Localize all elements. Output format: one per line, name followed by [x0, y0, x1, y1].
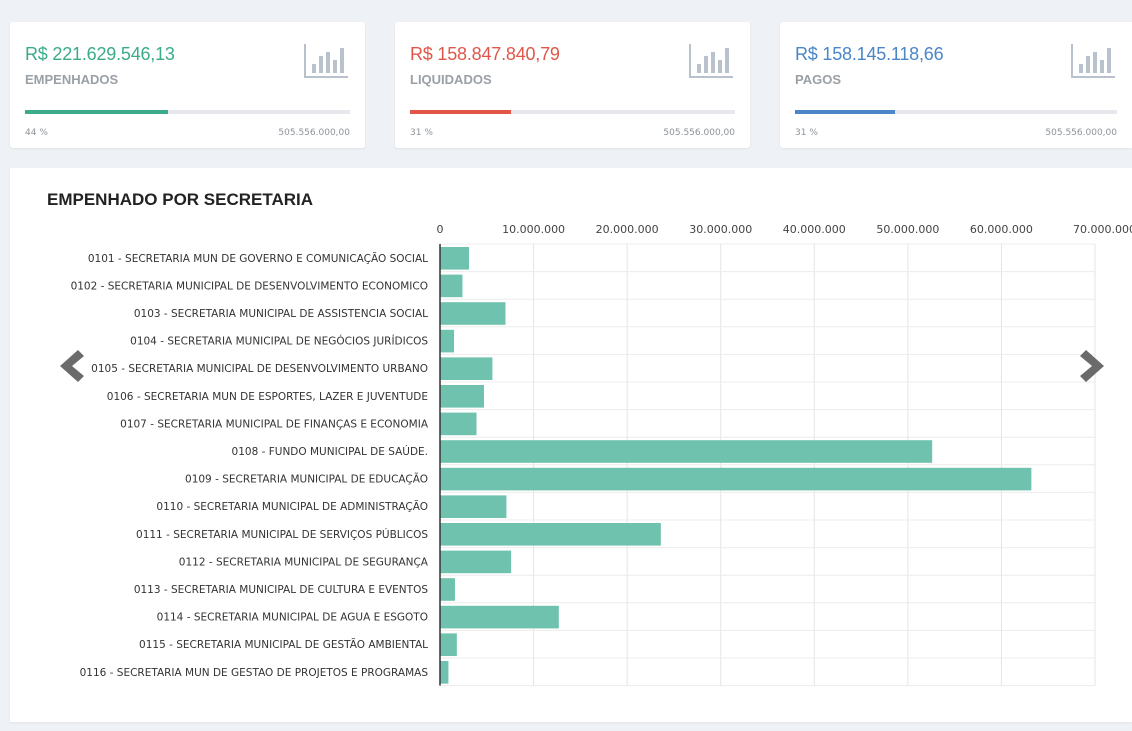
bar[interactable]: [440, 357, 493, 380]
bar-chart-icon: [1071, 44, 1115, 78]
progress-percent: 44 %: [25, 128, 48, 138]
bar[interactable]: [440, 385, 484, 408]
bar[interactable]: [440, 661, 449, 684]
category-label: 0114 - SECRETARIA MUNICIPAL DE AGUA E ES…: [157, 612, 428, 624]
chart-title: EMPENHADO POR SECRETARIA: [47, 190, 314, 209]
card-label: LIQUIDADOS: [410, 72, 492, 87]
category-label: 0104 - SECRETARIA MUNICIPAL DE NEGÓCIOS …: [130, 335, 428, 348]
progress-total: 505.556.000,00: [278, 128, 350, 138]
x-tick-label: 40.000.000: [783, 223, 846, 236]
category-label: 0111 - SECRETARIA MUNICIPAL DE SERVIÇOS …: [136, 528, 428, 541]
chart-panel: 0 10.000.000 20.000.000 30.000.000 40.000.00…: [10, 168, 1132, 722]
category-label: 0108 - FUNDO MUNICIPAL DE SAÚDE.: [232, 445, 428, 458]
progress-track: [795, 110, 1117, 114]
bar[interactable]: [440, 578, 455, 601]
bar[interactable]: [440, 467, 1032, 491]
category-label: 0110 - SECRETARIA MUNICIPAL DE ADMINISTR…: [156, 500, 428, 513]
x-tick-label: 10.000.000: [502, 223, 565, 236]
bar[interactable]: [440, 633, 457, 656]
x-tick-label: 30.000.000: [689, 223, 752, 236]
bar[interactable]: [440, 247, 470, 270]
card-label: EMPENHADOS: [25, 72, 119, 87]
bar[interactable]: [440, 302, 506, 325]
x-tick-label: 50.000.000: [876, 223, 939, 236]
progress-track: [410, 110, 735, 114]
category-label: 0102 - SECRETARIA MUNICIPAL DE DESENVOLV…: [71, 280, 428, 292]
progress-total: 505.556.000,00: [663, 128, 735, 138]
category-label: 0109 - SECRETARIA MUNICIPAL DE EDUCAÇÃO: [185, 473, 428, 486]
progress-track: [25, 110, 350, 114]
progress-total: 505.556.000,00: [1045, 128, 1117, 138]
x-tick-label: 0: [437, 223, 444, 236]
progress-fill: [410, 110, 511, 114]
category-label: 0107 - SECRETARIA MUNICIPAL DE FINANÇAS …: [120, 418, 429, 430]
progress-percent: 31 %: [795, 128, 818, 138]
x-tick-label: 60.000.000: [970, 223, 1033, 236]
bar[interactable]: [440, 274, 463, 298]
bar-chart: 0 10.000.000 20.000.000 30.000.000 40.000.00…: [71, 223, 1132, 687]
bar[interactable]: [440, 412, 477, 436]
category-label: 0116 - SECRETARIA MUN DE GESTAO DE PROJE…: [80, 667, 429, 679]
card-amount: R$ 158.145.118,66: [795, 44, 944, 64]
bar-chart-icon: [689, 44, 733, 78]
category-label: 0103 - SECRETARIA MUNICIPAL DE ASSISTENC…: [134, 308, 428, 320]
card-label: PAGOS: [795, 72, 841, 87]
x-tick-label: 70.000.000: [1073, 223, 1132, 236]
category-label: 0106 - SECRETARIA MUN DE ESPORTES, LAZER…: [107, 391, 428, 403]
bar[interactable]: [440, 605, 559, 629]
bar[interactable]: [440, 523, 661, 546]
card-empenhados: R$ 221.629.546,13 EMPENHADOS 44 % 505.55…: [10, 22, 365, 148]
category-label: 0101 - SECRETARIA MUN DE GOVERNO E COMUN…: [88, 252, 428, 265]
x-tick-label: 20.000.000: [596, 223, 659, 236]
card-amount: R$ 158.847.840,79: [410, 44, 560, 64]
bar[interactable]: [440, 550, 512, 574]
chevron-left-icon[interactable]: [56, 346, 86, 386]
progress-fill: [795, 110, 895, 114]
category-label: 0113 - SECRETARIA MUNICIPAL DE CULTURA E…: [134, 584, 429, 596]
bar[interactable]: [440, 329, 455, 353]
chevron-right-icon[interactable]: [1078, 346, 1108, 386]
progress-percent: 31 %: [410, 128, 433, 138]
category-label: 0115 - SECRETARIA MUNICIPAL DE GESTÃO AM…: [139, 638, 428, 651]
bar[interactable]: [440, 495, 507, 518]
card-pagos: R$ 158.145.118,66 PAGOS 31 % 505.556.000…: [780, 22, 1132, 148]
card-liquidados: R$ 158.847.840,79 LIQUIDADOS 31 % 505.55…: [395, 22, 750, 148]
progress-fill: [25, 110, 168, 114]
card-amount: R$ 221.629.546,13: [25, 44, 175, 64]
category-label: 0112 - SECRETARIA MUNICIPAL DE SEGURANÇA: [179, 556, 429, 568]
category-label: 0105 - SECRETARIA MUNICIPAL DE DESENVOLV…: [91, 363, 428, 375]
bar-chart-icon: [304, 44, 348, 78]
bar[interactable]: [440, 440, 933, 463]
